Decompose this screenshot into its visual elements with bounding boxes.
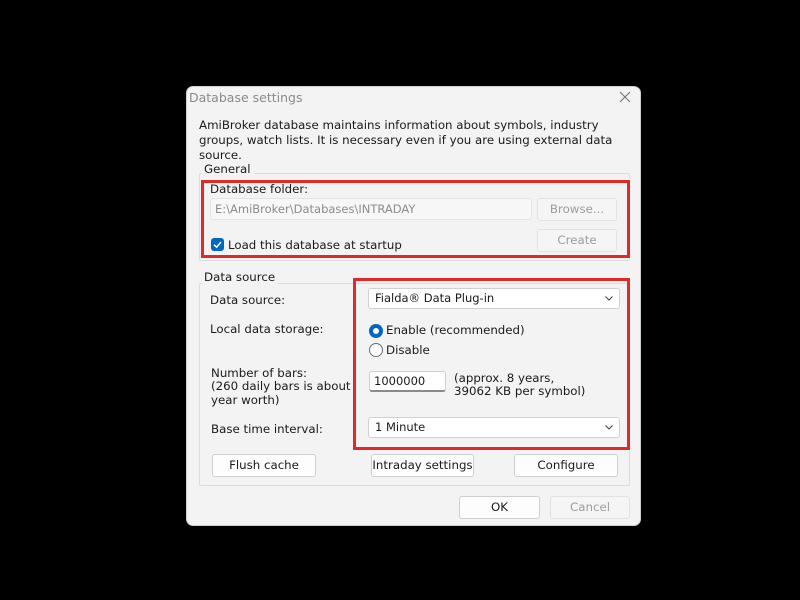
data-source-label: Data source: (210, 293, 286, 307)
base-interval-value: 1 Minute (375, 420, 426, 434)
database-folder-label: Database folder: (210, 182, 309, 196)
flush-cache-button[interactable]: Flush cache (212, 454, 316, 477)
enable-radio-label[interactable]: Enable (recommended) (386, 323, 525, 337)
local-storage-label: Local data storage: (210, 322, 324, 336)
load-at-startup-label[interactable]: Load this database at startup (228, 238, 402, 252)
bars-approx-note-2: 39062 KB per symbol) (454, 384, 586, 398)
database-settings-dialog: Database settings AmiBroker database mai… (186, 86, 641, 526)
base-interval-label: Base time interval: (211, 422, 323, 436)
load-at-startup-checkbox[interactable] (211, 238, 224, 251)
create-button[interactable]: Create (537, 229, 617, 252)
dialog-description: AmiBroker database maintains information… (199, 118, 613, 162)
bars-approx-note-1: (approx. 8 years, (454, 371, 555, 385)
number-of-bars-label: Number of bars: (211, 366, 307, 380)
dialog-title: Database settings (189, 90, 303, 105)
chevron-down-icon (605, 425, 613, 430)
close-icon[interactable] (617, 89, 633, 105)
configure-button[interactable]: Configure (514, 454, 618, 477)
data-source-legend: Data source (202, 270, 279, 284)
intraday-settings-button[interactable]: Intraday settings (371, 454, 474, 477)
ok-button[interactable]: OK (459, 496, 540, 519)
number-of-bars-hint-2: year worth) (211, 393, 280, 407)
cancel-button[interactable]: Cancel (550, 496, 630, 519)
database-folder-field[interactable]: E:\AmiBroker\Databases\INTRADAY (210, 198, 532, 220)
chevron-down-icon (605, 296, 613, 301)
data-source-value: Fialda® Data Plug-in (375, 291, 495, 305)
enable-radio[interactable] (369, 324, 383, 338)
general-legend: General (202, 162, 254, 176)
number-of-bars-hint-1: (260 daily bars is about one (211, 379, 354, 393)
browse-button[interactable]: Browse... (537, 198, 617, 221)
number-of-bars-input[interactable]: 1000000 (369, 371, 446, 392)
base-interval-select[interactable]: 1 Minute (368, 417, 620, 438)
disable-radio[interactable] (369, 343, 383, 357)
disable-radio-label[interactable]: Disable (386, 343, 430, 357)
data-source-select[interactable]: Fialda® Data Plug-in (368, 288, 620, 309)
